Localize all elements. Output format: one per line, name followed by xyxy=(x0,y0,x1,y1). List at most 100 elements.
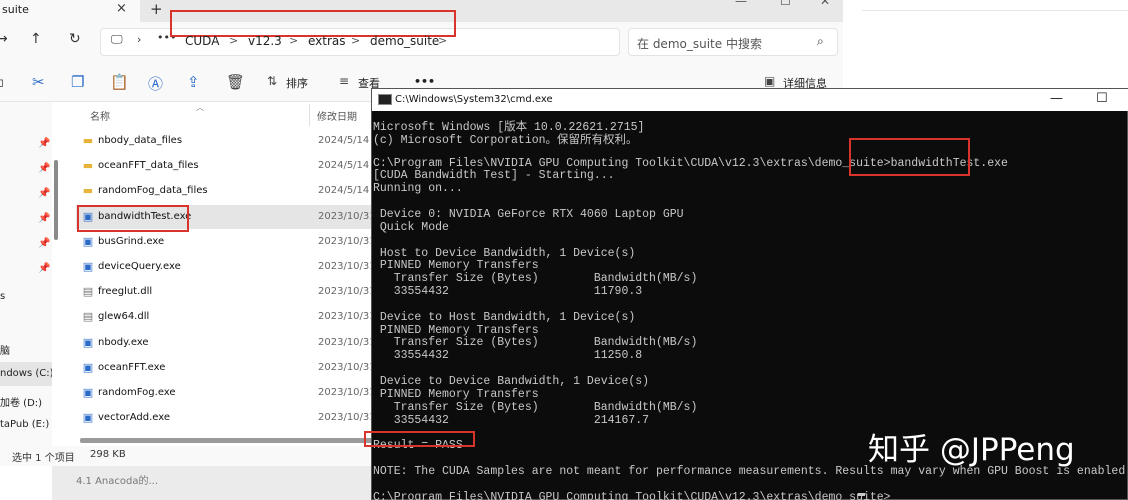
pin-icon[interactable]: 📌 xyxy=(38,263,50,274)
file-row[interactable]: ▤ freeglut.dll 2023/10/31 xyxy=(76,280,376,304)
rename-icon[interactable]: Ⓐ xyxy=(148,73,163,94)
minimize-icon[interactable]: — xyxy=(1050,91,1063,106)
file-date: 2023/10/31 xyxy=(318,336,376,348)
delete-icon[interactable]: 🗑 xyxy=(226,73,245,91)
file-name: randomFog_data_files xyxy=(98,185,208,197)
forward-arrow-icon[interactable]: → xyxy=(0,31,8,47)
cmd-line: Device to Device Bandwidth, 1 Device(s) xyxy=(373,375,650,388)
up-arrow-icon[interactable]: ↑ xyxy=(30,31,42,47)
folder-icon: ▬ xyxy=(82,184,94,198)
background-window-text: 4.1 Anacoda的... xyxy=(76,476,159,487)
sidebar-item-drive-e[interactable]: taPub (E:) xyxy=(0,419,49,430)
selected-file-highlight xyxy=(77,205,189,232)
horizontal-scrollbar[interactable] xyxy=(80,438,380,443)
file-row[interactable]: ▬ nbody_data_files 2024/5/14 xyxy=(76,129,376,153)
sidebar-item-label[interactable]: s xyxy=(0,291,5,302)
cmd-line: PINNED Memory Transfers xyxy=(373,323,539,337)
breadcrumb-separator: > xyxy=(438,34,448,47)
sort-button[interactable]: 排序 xyxy=(286,75,308,91)
sidebar-item-this-pc[interactable]: 脑 xyxy=(0,342,10,357)
column-header-date[interactable]: 修改日期 xyxy=(317,108,357,123)
file-row[interactable]: ▬ randomFog_data_files 2024/5/14 xyxy=(76,179,376,203)
file-name: nbody_data_files xyxy=(98,135,183,146)
cut-icon[interactable]: ✂ xyxy=(32,73,45,91)
share-icon[interactable]: ⇪ xyxy=(187,73,200,91)
pin-icon[interactable]: 📌 xyxy=(38,188,50,199)
file-date: 2023/10/31 xyxy=(318,412,376,424)
view-icon[interactable]: ≡ xyxy=(339,74,349,88)
cmd-line: Host to Device Bandwidth, 1 Device(s) xyxy=(373,246,636,260)
breadcrumb-extras[interactable]: extras xyxy=(308,34,346,48)
taskbar-fragment: 4.1 Anacoda的... xyxy=(52,466,372,500)
file-name: deviceQuery.exe xyxy=(98,261,181,272)
pin-icon[interactable]: 📌 xyxy=(38,238,50,249)
breadcrumb-highlight xyxy=(170,10,456,37)
pin-icon[interactable]: 📌 xyxy=(38,163,50,174)
maximize-icon[interactable]: ☐ xyxy=(780,0,791,8)
file-date: 2023/10/31 xyxy=(318,235,376,247)
monitor-icon[interactable]: 🖵 xyxy=(111,32,123,47)
new-tab-icon[interactable]: + xyxy=(150,0,163,18)
new-icon[interactable]: ▫ xyxy=(0,73,4,91)
file-row[interactable]: ▣ vectorAdd.exe 2023/10/31 xyxy=(76,406,376,430)
more-options-button[interactable]: ••• xyxy=(414,75,435,88)
paste-icon[interactable]: 📋 xyxy=(110,73,129,91)
file-name: oceanFFT.exe xyxy=(98,361,166,373)
search-box[interactable]: 在 demo_suite 中搜索 ⌕ xyxy=(628,28,838,56)
background-window xyxy=(843,0,1128,92)
file-row[interactable]: ▣ randomFog.exe 2023/10/31 xyxy=(76,381,376,405)
file-row[interactable]: ▬ oceanFFT_data_files 2024/5/14 xyxy=(76,154,376,178)
file-date: 2024/5/14 xyxy=(318,160,370,172)
column-divider[interactable] xyxy=(309,104,310,126)
file-row[interactable]: ▣ busGrind.exe 2023/10/31 xyxy=(76,230,376,254)
breadcrumb-cuda[interactable]: CUDA xyxy=(185,34,219,48)
file-date: 2023/10/31 xyxy=(318,286,376,298)
cmd-line: Transfer Size (Bytes) Bandwidth(MB/s) xyxy=(373,336,698,350)
close-tab-icon[interactable]: × xyxy=(116,1,127,16)
column-header-name[interactable]: 名称 xyxy=(90,108,110,123)
file-name: busGrind.exe xyxy=(98,235,165,247)
search-icon[interactable]: ⌕ xyxy=(817,34,824,49)
exe-file-icon: ▣ xyxy=(82,260,94,273)
pin-icon[interactable]: 📌 xyxy=(38,213,50,224)
close-window-icon[interactable]: ✕ xyxy=(820,0,830,8)
file-name: glew64.dll xyxy=(98,311,150,323)
file-row[interactable]: ▣ deviceQuery.exe 2023/10/31 xyxy=(76,255,376,279)
maximize-icon[interactable]: ☐ xyxy=(1096,91,1108,106)
cmd-line: PINNED Memory Transfers xyxy=(373,387,539,401)
divider xyxy=(862,10,1128,11)
file-name: randomFog.exe xyxy=(98,387,176,398)
command-highlight xyxy=(849,138,970,176)
chevron-right-icon[interactable]: › xyxy=(137,33,141,46)
exe-file-icon: ▣ xyxy=(82,234,94,248)
file-name: nbody.exe xyxy=(98,336,149,348)
copy-icon[interactable]: ❐ xyxy=(71,73,84,91)
file-date: 2023/10/31 xyxy=(318,261,376,272)
file-date: 2024/5/14 xyxy=(318,185,370,197)
file-date: 2023/10/31 xyxy=(318,387,376,398)
file-row[interactable]: ▣ oceanFFT.exe 2023/10/31 xyxy=(76,356,376,380)
cmd-line: Device 0: NVIDIA GeForce RTX 4060 Laptop… xyxy=(373,207,684,221)
file-date: 2023/10/31 xyxy=(318,361,376,373)
sidebar-item-drive-d[interactable]: 加卷 (D:) xyxy=(0,394,42,409)
sort-icon[interactable]: ⇅ xyxy=(267,74,277,88)
file-date: 2023/10/31 xyxy=(318,210,376,222)
breadcrumb-demo-suite[interactable]: demo_suite xyxy=(370,34,439,48)
sidebar-item-drive-c[interactable]: ndows (C:) xyxy=(0,368,52,379)
refresh-icon[interactable]: ↻ xyxy=(69,31,81,47)
cmd-line: Quick Mode xyxy=(373,220,449,234)
minimize-icon[interactable]: — xyxy=(735,0,747,8)
breadcrumb-separator: > xyxy=(229,34,239,47)
cmd-line: PINNED Memory Transfers xyxy=(373,259,539,273)
sidebar-scrollbar[interactable] xyxy=(54,160,58,240)
cmd-line: 33554432 214167.7 xyxy=(373,413,650,427)
result-highlight xyxy=(364,431,475,447)
pin-icon[interactable]: 📌 xyxy=(38,138,50,149)
file-row[interactable]: ▤ glew64.dll 2023/10/31 xyxy=(76,305,376,329)
breadcrumb-v12-3[interactable]: v12.3 xyxy=(248,34,282,48)
details-pane-icon[interactable]: ▣ xyxy=(764,74,775,88)
file-row[interactable]: ▣ nbody.exe 2023/10/31 xyxy=(76,331,376,355)
cmd-title-bar[interactable]: C:\Windows\System32\cmd.exe — ☐ xyxy=(372,89,1128,111)
tab-demo-suite[interactable]: suite × xyxy=(0,0,140,22)
dll-file-icon: ▤ xyxy=(82,310,94,324)
